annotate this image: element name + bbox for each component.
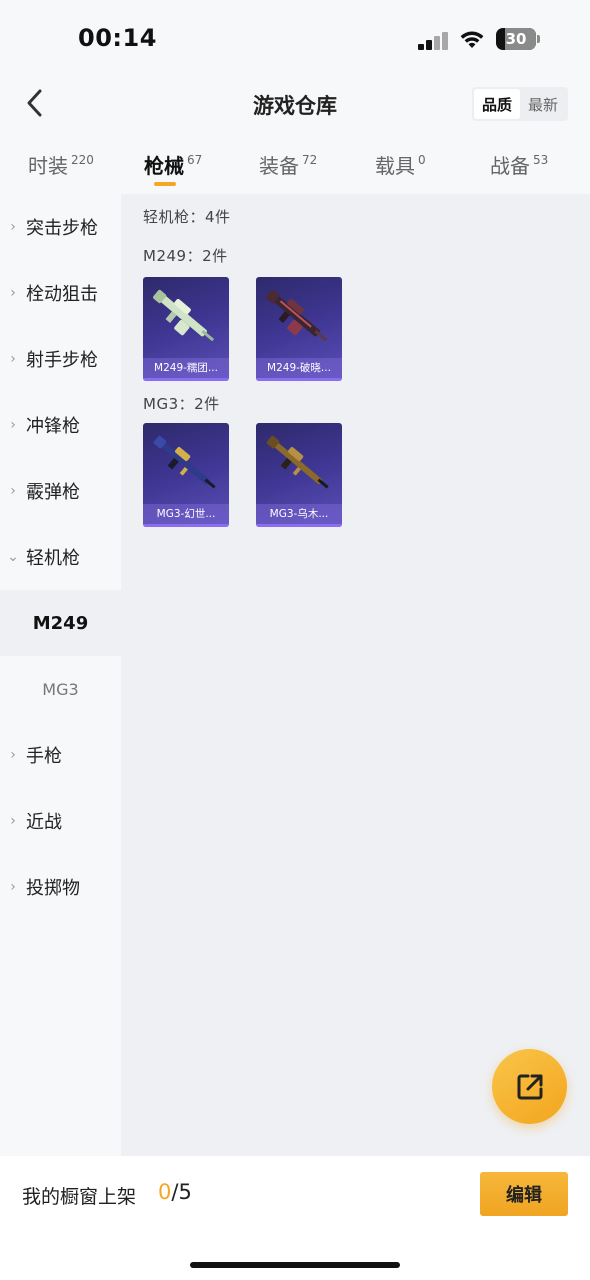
sidebar-subitem-m249[interactable]: M249 [0, 590, 121, 656]
sidebar-item-assault-rifles[interactable]: › 突击步枪 [0, 194, 121, 260]
home-indicator[interactable] [190, 1262, 400, 1268]
chevron-right-icon: › [10, 879, 16, 895]
item-card-title: M249-糯团... [143, 358, 229, 378]
item-card[interactable]: M249-糯团... [143, 277, 229, 381]
battery-level: 30 [505, 30, 527, 48]
item-card[interactable]: MG3-乌木... [256, 423, 342, 527]
sidebar-subitem-mg3[interactable]: MG3 [0, 656, 121, 722]
sidebar: › 突击步枪 › 栓动狙击 › 射手步枪 › 冲锋枪 › 霰弹枪 ⌄ 轻机枪 M249 MG… [0, 194, 121, 1156]
item-grid-panel: 轻机枪：4件 M249：2件 M249-糯团... M249-破晓... MG3… [121, 194, 590, 1156]
chevron-right-icon: › [10, 747, 16, 763]
sidebar-item-bolt-action-snipers[interactable]: › 栓动狙击 [0, 260, 121, 326]
sidebar-item-throwables[interactable]: › 投掷物 [0, 854, 121, 920]
item-card[interactable]: M249-破晓... [256, 277, 342, 381]
showcase-label: 我的橱窗上架 [22, 1186, 137, 1208]
tab-vehicles[interactable]: 载具 0 [375, 150, 426, 179]
sidebar-item-shotguns[interactable]: › 霰弹枪 [0, 458, 121, 524]
edit-button[interactable]: 编辑 [480, 1172, 568, 1216]
sort-option-latest[interactable]: 最新 [520, 89, 566, 119]
category-tabs: 时装 220 枪械 67 装备 72 载具 0 战备 53 [0, 146, 590, 194]
chevron-down-icon: ⌄ [7, 549, 19, 565]
lmg-icon [266, 435, 329, 489]
lmg-icon [266, 289, 328, 342]
chevron-right-icon: › [10, 219, 16, 235]
tab-active-indicator [154, 182, 176, 186]
sidebar-item-pistols[interactable]: › 手枪 [0, 722, 121, 788]
chevron-right-icon: › [10, 417, 16, 433]
chevron-right-icon: › [10, 483, 16, 499]
share-icon [517, 1074, 542, 1099]
item-card-title: M249-破晓... [256, 358, 342, 378]
lmg-icon [153, 289, 215, 342]
showcase-bar: 我的橱窗上架 0/5 编辑 [0, 1156, 590, 1280]
item-card-title: MG3-幻世... [143, 504, 229, 524]
item-card-title: MG3-乌木... [256, 504, 342, 524]
status-time: 00:14 [78, 24, 157, 52]
chevron-right-icon: › [10, 351, 16, 367]
group-label-mg3: MG3：2件 [143, 395, 220, 413]
group-label-m249: M249：2件 [143, 247, 228, 265]
tab-tactical[interactable]: 战备 53 [490, 150, 548, 179]
category-summary: 轻机枪：4件 [143, 208, 231, 226]
sidebar-item-smgs[interactable]: › 冲锋枪 [0, 392, 121, 458]
chevron-right-icon: › [10, 285, 16, 301]
tab-firearms[interactable]: 枪械 67 [144, 150, 202, 179]
battery-icon: 30 [496, 28, 540, 50]
tab-fashion[interactable]: 时装 220 [28, 150, 94, 179]
showcase-count: 0/5 [158, 1180, 192, 1204]
status-bar: 00:14 30 [0, 0, 590, 76]
share-button[interactable] [492, 1049, 567, 1124]
wifi-icon [458, 28, 486, 50]
lmg-icon [153, 435, 216, 489]
item-card[interactable]: MG3-幻世... [143, 423, 229, 527]
sidebar-item-lmgs[interactable]: ⌄ 轻机枪 [0, 524, 121, 590]
sidebar-item-marksman-rifles[interactable]: › 射手步枪 [0, 326, 121, 392]
sidebar-item-melee[interactable]: › 近战 [0, 788, 121, 854]
tab-equipment[interactable]: 装备 72 [259, 150, 317, 179]
sort-option-quality[interactable]: 品质 [474, 89, 520, 119]
sort-toggle[interactable]: 品质 最新 [472, 87, 568, 121]
signal-icon [418, 30, 450, 50]
chevron-right-icon: › [10, 813, 16, 829]
